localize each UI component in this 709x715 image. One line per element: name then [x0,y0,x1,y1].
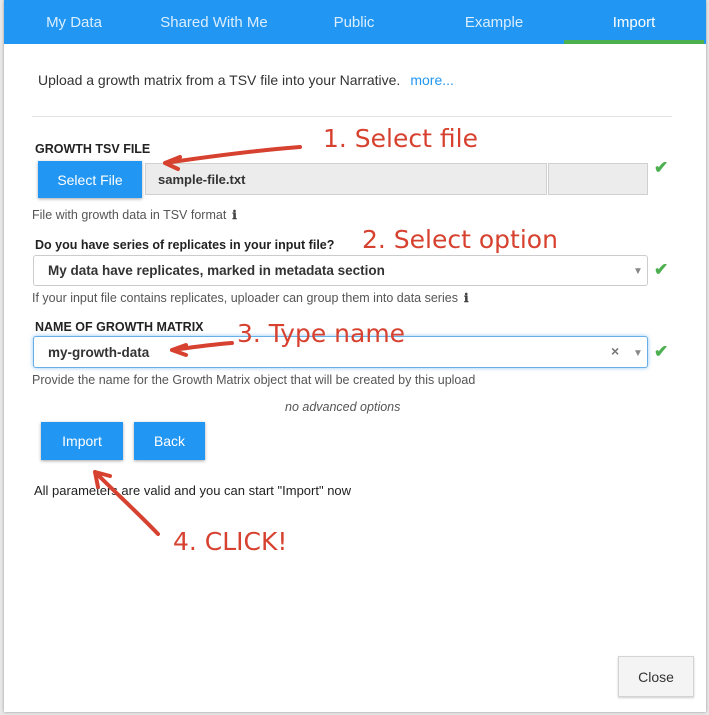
annotation-step3: 3. Type name [237,319,406,348]
annotation-step2: 2. Select option [362,225,558,254]
arrow-step3 [170,341,234,357]
annotation-step1: 1. Select file [323,124,478,153]
annotation-step4: 4. CLICK! [173,527,288,556]
annotation-arrows [93,145,302,536]
arrow-step1 [163,145,302,171]
arrow-step4 [93,470,160,536]
